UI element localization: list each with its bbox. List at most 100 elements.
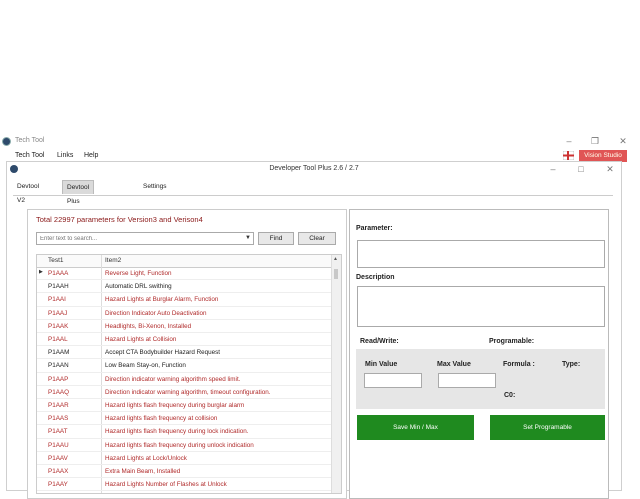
- cell-item2: Hazard lights flash frequency during loc…: [105, 428, 249, 436]
- table-row[interactable]: P1AAY Hazard Lights Number of Flashes at …: [37, 478, 333, 492]
- parameter-label: Parameter:: [356, 225, 393, 232]
- table-row[interactable]: ▶ P1AAA Reverse Light, Function: [37, 267, 333, 281]
- cell-item2: Hazard Lights Number of Flashes at Unloc…: [105, 481, 227, 489]
- max-value-label: Max Value: [437, 361, 471, 368]
- tab-divider: [13, 195, 613, 196]
- tab-devtool-v2[interactable]: Devtool V2: [13, 180, 43, 204]
- column-header-item2[interactable]: Item2: [105, 257, 121, 264]
- table-row[interactable]: P1AAH Automatic DRL swithing: [37, 280, 333, 294]
- cell-test1: P1AAJ: [48, 309, 68, 317]
- details-panel: Parameter: Description Read/Write: Progr…: [349, 209, 609, 499]
- cell-item2: Hazard lights flash frequency at collisi…: [105, 415, 218, 423]
- table-row[interactable]: P1AAV Hazard Lights at Lock/Unlock: [37, 452, 333, 465]
- table-row[interactable]: P1AAT Hazard lights flash frequency durin…: [37, 425, 333, 439]
- cell-test1: P1AAV: [48, 454, 68, 462]
- developer-tool-window: Developer Tool Plus 2.6 / 2.7 – □ ✕ Devt…: [6, 161, 622, 499]
- min-value-input[interactable]: [364, 373, 422, 388]
- table-row[interactable]: P1AAK Headlights, Bi-Xenon, Installed: [37, 320, 333, 333]
- table-row[interactable]: P1AAS Hazard lights flash frequency at co…: [37, 412, 333, 426]
- clear-button[interactable]: Clear: [298, 232, 336, 245]
- tab-devtool-plus[interactable]: Devtool Plus V3/V4: [62, 180, 95, 219]
- flag-icon[interactable]: [563, 151, 574, 160]
- cell-item2: Hazard lights flash frequency during unl…: [105, 441, 254, 449]
- c0-label: C0:: [504, 392, 516, 399]
- description-field[interactable]: [357, 286, 605, 327]
- cell-item2: Hazard Lights at Collision: [105, 336, 177, 343]
- menu-tech-tool[interactable]: Tech Tool: [15, 152, 44, 159]
- cell-test1: P1AAQ: [48, 388, 69, 396]
- table-row[interactable]: P1AAI Hazard Lights at Burglar Alarm, Fun…: [37, 293, 333, 307]
- save-min-max-button[interactable]: Save Min / Max: [357, 415, 474, 440]
- search-input[interactable]: [37, 233, 243, 244]
- programable-label: Programable:: [489, 338, 535, 345]
- menu-help[interactable]: Help: [84, 152, 98, 159]
- dev-minimize-icon[interactable]: –: [546, 163, 560, 175]
- column-header-test1[interactable]: Test1: [48, 257, 64, 264]
- type-label: Type:: [562, 361, 581, 368]
- scroll-thumb[interactable]: [334, 269, 338, 279]
- vertical-scrollbar[interactable]: ▲: [331, 255, 341, 493]
- cell-test1: P1AAA: [48, 270, 69, 277]
- table-row[interactable]: P1AAL Hazard Lights at Collision: [37, 333, 333, 347]
- cell-item2: Direction indicator warning algorithm sp…: [105, 375, 241, 383]
- max-value-input[interactable]: [438, 373, 496, 388]
- dev-close-icon[interactable]: ✕: [603, 163, 617, 175]
- cell-item2: Headlights, Bi-Xenon, Installed: [105, 322, 192, 330]
- cell-item2: Extra Main Beam, Installed: [105, 468, 181, 475]
- cell-test1: P1AAH: [48, 283, 69, 291]
- close-icon[interactable]: ✕: [616, 135, 630, 147]
- cell-test1: P1AAX: [48, 468, 69, 475]
- table-row[interactable]: P1AAN Low Beam Stay-on, Function: [37, 359, 333, 373]
- formula-label: Formula :: [503, 361, 535, 368]
- cell-test1: P1AAY: [48, 481, 68, 489]
- cell-item2: Direction Indicator Auto Deactivation: [105, 309, 207, 317]
- dev-maximize-icon[interactable]: □: [574, 163, 588, 175]
- table-row[interactable]: P1AAR Hazard lights flash frequency durin…: [37, 399, 333, 413]
- parameter-field[interactable]: [357, 240, 605, 268]
- techtool-title: Tech Tool: [15, 137, 45, 144]
- maximize-icon[interactable]: ❐: [588, 135, 602, 147]
- dropdown-arrow-icon[interactable]: ▼: [245, 235, 251, 241]
- cell-item2: Low Beam Stay-on, Function: [105, 362, 186, 370]
- cell-test1: P1AAM: [48, 349, 70, 357]
- parameters-panel: Total 22997 parameters for Version3 and …: [27, 209, 347, 499]
- dev-titlebar: Developer Tool Plus 2.6 / 2.7 – □ ✕: [7, 162, 621, 176]
- min-value-label: Min Value: [365, 361, 398, 368]
- read-write-label: Read/Write:: [360, 338, 399, 345]
- parameters-table: Test1 Item2 ▶ P1AAA Reverse Light, Functio…: [36, 254, 342, 494]
- techtool-titlebar: Tech Tool – ❐ ✕: [0, 134, 640, 150]
- cell-item2: Direction indicator warning algorithm, t…: [105, 388, 271, 396]
- cell-test1: P1AAI: [48, 296, 66, 304]
- cell-item2: Accept CTA Bodybuilder Hazard Request: [105, 349, 221, 357]
- table-row[interactable]: P1AAM Accept CTA Bodybuilder Hazard Reque…: [37, 346, 333, 360]
- table-row[interactable]: P1AAX Extra Main Beam, Installed: [37, 465, 333, 479]
- find-button[interactable]: Find: [258, 232, 294, 245]
- scroll-up-icon[interactable]: ▲: [333, 256, 338, 262]
- menu-links[interactable]: Links: [57, 152, 73, 159]
- dev-title: Developer Tool Plus 2.6 / 2.7: [269, 165, 359, 172]
- table-row[interactable]: P1AAP Direction indicator warning algorit…: [37, 373, 333, 386]
- cell-test1: P1AAN: [48, 362, 69, 370]
- cell-test1: P1AAK: [48, 322, 69, 330]
- cell-item2: Hazard Lights at Lock/Unlock: [105, 454, 187, 462]
- cell-test1: P1AAS: [48, 415, 69, 423]
- table-row[interactable]: P1AAJ Direction Indicator Auto Deactivati…: [37, 307, 333, 320]
- minimize-icon[interactable]: –: [562, 135, 576, 147]
- row-selector-icon: ▶: [39, 269, 43, 275]
- techtool-logo-icon: [2, 137, 11, 146]
- cell-test1: P1AAR: [48, 402, 69, 409]
- cell-test1: P1AAL: [48, 336, 68, 343]
- cell-item2: Reverse Light, Function: [105, 270, 172, 277]
- cell-test1: P1AAP: [48, 375, 69, 383]
- cell-test1: P1AAU: [48, 441, 69, 449]
- cell-item2: Hazard Lights at Burglar Alarm, Function: [105, 296, 219, 304]
- description-label: Description: [356, 274, 395, 281]
- search-combobox[interactable]: ▼: [36, 232, 254, 245]
- min-max-group: Min Value Max Value Formula : Type: C0:: [356, 349, 605, 409]
- set-programable-button[interactable]: Set Programable: [490, 415, 605, 440]
- table-row[interactable]: P1AAQ Direction indicator warning algorit…: [37, 386, 333, 399]
- cell-test1: P1AAT: [48, 428, 68, 436]
- tab-settings[interactable]: Settings: [139, 180, 171, 194]
- total-parameters-label: Total 22997 parameters for Version3 and …: [36, 215, 203, 224]
- table-row[interactable]: P1AAU Hazard lights flash frequency durin…: [37, 439, 333, 452]
